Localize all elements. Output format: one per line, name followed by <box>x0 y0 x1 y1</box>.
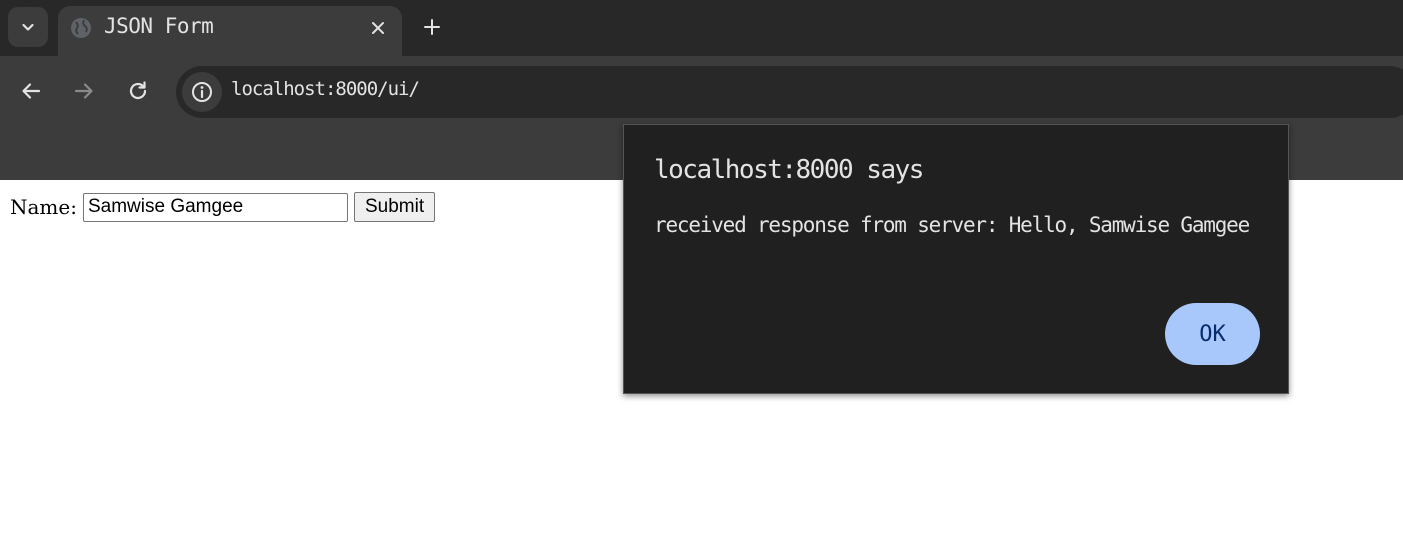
arrow-right-icon <box>74 83 93 99</box>
dialog-title: localhost:8000 says <box>654 155 924 185</box>
info-icon <box>192 82 212 102</box>
alert-dialog: localhost:8000 says received response fr… <box>623 124 1289 394</box>
globe-icon <box>71 18 91 38</box>
tab-strip: JSON Form <box>0 0 1403 56</box>
name-form: Name: Submit <box>10 192 436 222</box>
back-button[interactable] <box>14 74 48 108</box>
close-icon <box>372 22 384 34</box>
ok-button[interactable]: OK <box>1165 303 1260 365</box>
site-info-button[interactable] <box>182 72 222 112</box>
plus-icon <box>424 19 440 35</box>
address-bar[interactable]: localhost:8000/ui/ <box>176 66 1403 118</box>
submit-button[interactable]: Submit <box>353 192 436 222</box>
forward-button[interactable] <box>67 74 101 108</box>
url-text: localhost:8000/ui/ <box>231 78 420 100</box>
tab-json-form[interactable]: JSON Form <box>58 6 402 56</box>
dialog-message: received response from server: Hello, Sa… <box>654 213 1250 237</box>
reload-icon <box>129 81 147 100</box>
tab-title: JSON Form <box>104 14 214 38</box>
tab-search-button[interactable] <box>8 7 48 47</box>
arrow-left-icon <box>22 83 41 99</box>
tab-close-button[interactable] <box>366 16 390 40</box>
new-tab-button[interactable] <box>418 13 446 41</box>
name-input[interactable] <box>82 192 348 222</box>
name-label: Name: <box>10 195 77 219</box>
chevron-down-icon <box>22 23 34 31</box>
reload-button[interactable] <box>121 74 155 108</box>
